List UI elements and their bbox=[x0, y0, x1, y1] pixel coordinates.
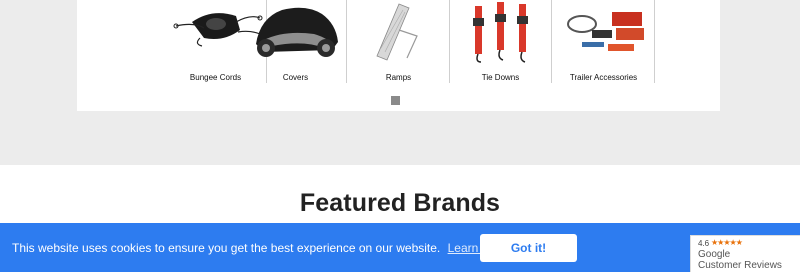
category-carousel: Bungee Cords Covers Ramps Tie Downs Trai… bbox=[77, 0, 720, 111]
category-ramps[interactable]: Ramps bbox=[347, 0, 450, 83]
reviews-label: Customer Reviews bbox=[698, 260, 782, 271]
category-tie-downs[interactable]: Tie Downs bbox=[449, 0, 552, 83]
accept-cookies-button[interactable]: Got it! bbox=[480, 234, 577, 262]
category-label[interactable]: Covers bbox=[244, 73, 347, 82]
cookie-message: This website uses cookies to ensure you … bbox=[12, 241, 509, 255]
cookie-message-text: This website uses cookies to ensure you … bbox=[12, 241, 441, 255]
rating-value: 4.6 bbox=[698, 239, 710, 248]
divider bbox=[654, 0, 655, 83]
carousel-dot-active[interactable] bbox=[391, 96, 400, 105]
category-label[interactable]: Ramps bbox=[347, 73, 450, 82]
ramp-image[interactable] bbox=[347, 0, 450, 66]
tie-downs-image[interactable] bbox=[449, 0, 552, 66]
category-trailer-accessories[interactable]: Trailer Accessories bbox=[552, 0, 655, 83]
trailer-accessories-image[interactable] bbox=[552, 0, 655, 66]
reviews-provider: Google bbox=[698, 249, 731, 260]
category-label[interactable]: Tie Downs bbox=[449, 73, 552, 82]
category-label[interactable]: Trailer Accessories bbox=[552, 73, 655, 82]
section-title: Featured Brands bbox=[299, 189, 501, 217]
star-rating-icon: ★★★★★ bbox=[711, 238, 743, 247]
google-reviews-badge[interactable]: 4.6 ★★★★★ Google Customer Reviews bbox=[690, 235, 800, 272]
motorcycle-cover-image[interactable] bbox=[244, 0, 347, 66]
category-covers[interactable]: Covers bbox=[244, 0, 347, 83]
